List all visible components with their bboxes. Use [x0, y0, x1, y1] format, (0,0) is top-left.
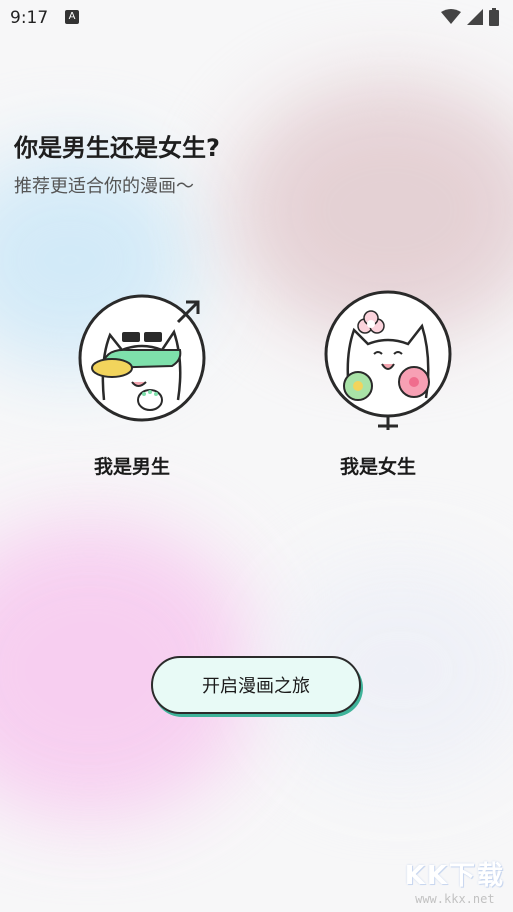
- female-label: 我是女生: [339, 456, 416, 478]
- battery-icon: [489, 8, 499, 26]
- status-bar: 9:17 A: [0, 0, 513, 36]
- watermark: KK下载 www.kkx.net: [405, 855, 505, 906]
- female-symbol-icon: [378, 416, 398, 436]
- watermark-url: www.kkx.net: [415, 892, 495, 906]
- choice-male[interactable]: 我是男生: [42, 290, 222, 490]
- page-title: 你是男生还是女生?: [14, 134, 220, 162]
- female-avatar: [298, 290, 458, 436]
- status-time: 9:17: [10, 8, 49, 28]
- male-avatar: [52, 290, 212, 430]
- page-subtitle: 推荐更适合你的漫画～: [14, 176, 194, 197]
- wifi-icon: [441, 9, 461, 24]
- choice-female[interactable]: 我是女生: [288, 290, 468, 490]
- start-comic-journey-button[interactable]: 开启漫画之旅: [151, 656, 361, 714]
- male-label: 我是男生: [93, 456, 170, 478]
- start-button-label: 开启漫画之旅: [202, 676, 310, 697]
- notification-icon: A: [65, 10, 79, 24]
- signal-icon: [467, 9, 483, 25]
- watermark-logo: KK下载: [404, 861, 505, 891]
